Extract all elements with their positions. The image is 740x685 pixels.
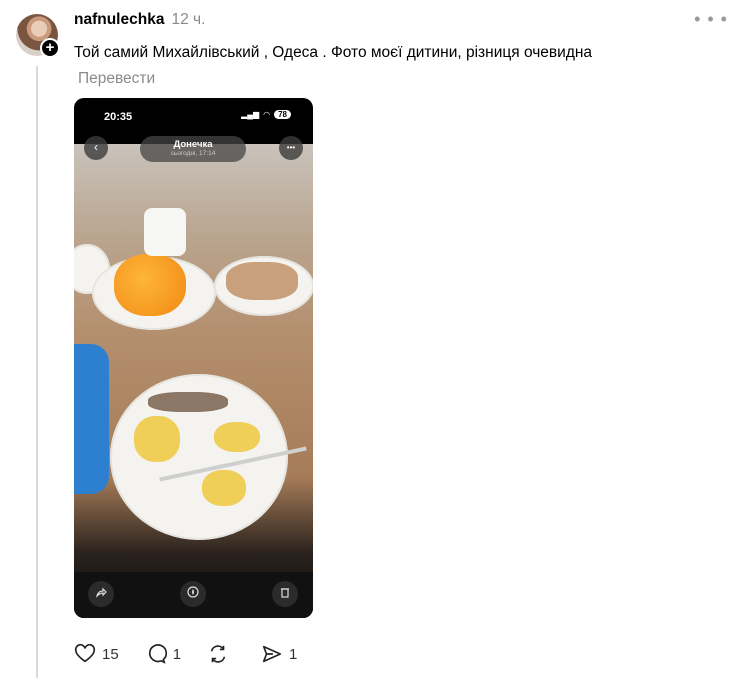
flame-icon[interactable] <box>180 581 206 607</box>
send-icon <box>262 645 282 663</box>
fish-piece <box>148 392 228 412</box>
potato-3 <box>202 470 246 506</box>
status-bar: 20:35 ▂▄▆ ◠ 78 <box>74 98 313 138</box>
post-actions: 15 1 1 <box>74 643 323 665</box>
cup <box>144 208 186 256</box>
post-body: Той самий Михайлівський , Одеса . Фото м… <box>74 44 593 61</box>
post-text: Той самий Михайлівський , Одеса . Фото м… <box>74 40 674 92</box>
potato-1 <box>134 416 180 462</box>
menu-button[interactable]: ••• <box>279 136 303 160</box>
post-time: 12 ч. <box>171 11 206 28</box>
bottom-toolbar <box>74 572 313 618</box>
share-icon[interactable] <box>88 581 114 607</box>
more-options-icon[interactable]: • • • <box>694 9 728 30</box>
like-button[interactable]: 15 <box>74 643 119 665</box>
like-count: 15 <box>102 645 119 663</box>
bread-slices <box>226 262 298 300</box>
post-header: nafnulechka 12 ч. <box>74 11 205 33</box>
signal-icon: ▂▄▆ <box>241 110 260 119</box>
heart-icon <box>74 643 96 663</box>
comment-icon <box>148 644 167 664</box>
repost-button[interactable] <box>207 643 235 665</box>
follow-button[interactable]: + <box>40 38 60 58</box>
back-button[interactable]: ‹ <box>84 136 108 160</box>
blue-basket <box>74 344 109 494</box>
reply-count: 1 <box>172 645 182 663</box>
phone-photo <box>74 144 313 618</box>
contact-time: сьогодні, 17:14 <box>170 150 216 157</box>
potato-2 <box>214 422 260 452</box>
username[interactable]: nafnulechka <box>74 11 164 29</box>
thread-line <box>36 66 38 678</box>
post-media[interactable]: 20:35 ▂▄▆ ◠ 78 ‹ Донечка сьогодні, 17:14… <box>74 98 313 618</box>
contact-name: Донечка <box>173 139 213 150</box>
share-count: 1 <box>289 645 298 663</box>
trash-icon[interactable] <box>272 581 298 607</box>
wifi-icon: ◠ <box>263 110 271 119</box>
share-button[interactable]: 1 <box>261 643 297 665</box>
battery-indicator: 78 <box>274 110 291 119</box>
contact-pill: Донечка сьогодні, 17:14 <box>140 136 246 162</box>
reply-button[interactable]: 1 <box>145 643 181 665</box>
repost-icon <box>210 645 226 663</box>
status-icons: ▂▄▆ ◠ 78 <box>241 110 291 119</box>
orange-slices <box>114 254 186 316</box>
status-time: 20:35 <box>104 111 133 123</box>
translate-link[interactable]: Перевести <box>78 70 155 87</box>
